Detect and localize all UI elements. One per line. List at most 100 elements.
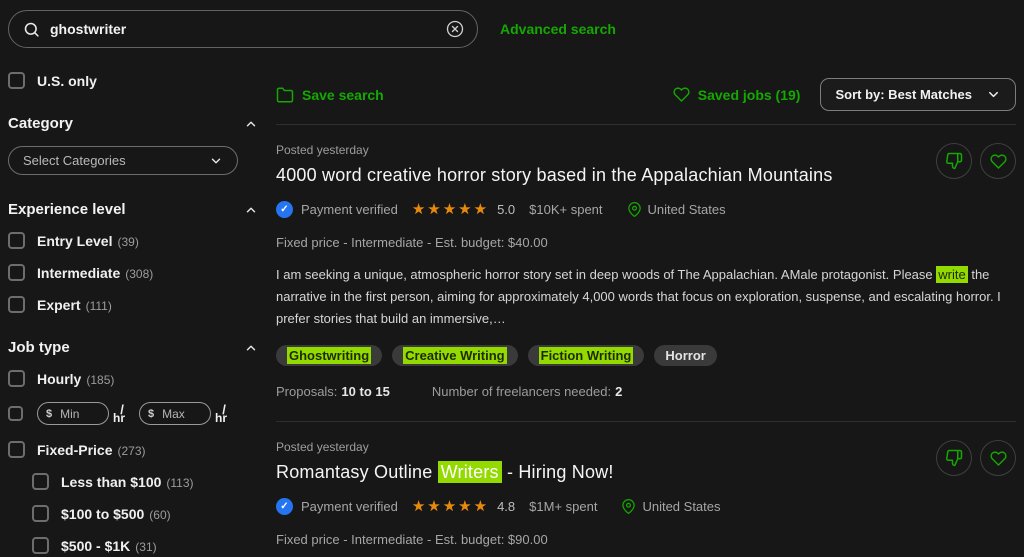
- fixed-price-checkbox[interactable]: [8, 441, 25, 458]
- job-card[interactable]: Posted yesterday 4000 word creative horr…: [276, 125, 1016, 399]
- job-card-actions: [936, 440, 1016, 477]
- job-budget-line: Fixed price - Intermediate - Est. budget…: [276, 235, 548, 250]
- proposals-value: 10 to 15: [341, 384, 390, 400]
- dollar-icon: $: [46, 407, 53, 420]
- dislike-button[interactable]: [936, 143, 972, 179]
- keyword-highlight: Writers: [437, 461, 502, 484]
- category-select[interactable]: Select Categories: [8, 146, 238, 175]
- heart-icon: [989, 450, 1007, 467]
- job-card[interactable]: Posted yesterday Romantasy Outline Write…: [276, 422, 1016, 557]
- keyword-highlight: write: [936, 266, 968, 283]
- 500-to-1k-checkbox[interactable]: [32, 537, 49, 554]
- expert-checkbox[interactable]: [8, 296, 25, 313]
- min-rate-input[interactable]: [60, 406, 101, 421]
- posted-time: Posted yesterday: [276, 440, 369, 455]
- clear-search-icon[interactable]: [445, 19, 465, 39]
- 100-to-500-checkbox[interactable]: [32, 505, 49, 522]
- filter-fixed-price[interactable]: Fixed-Price (273): [8, 441, 260, 458]
- filters-sidebar: U.S. only Category Select Categories Exp…: [8, 72, 260, 557]
- chevron-up-icon[interactable]: [244, 203, 258, 217]
- job-stats: Proposals: 10 to 15 Number of freelancers…: [276, 384, 1016, 399]
- rating-value: 4.8: [497, 499, 516, 515]
- experience-title: Experience level: [8, 201, 126, 218]
- intermediate-label: Intermediate (308): [37, 264, 154, 281]
- tag-horror[interactable]: Horror: [654, 345, 717, 367]
- chevron-up-icon[interactable]: [244, 341, 258, 355]
- job-type-section-header[interactable]: Job type: [8, 339, 258, 356]
- client-country: United States: [647, 202, 726, 217]
- posted-time: Posted yesterday: [276, 143, 369, 157]
- save-search-link[interactable]: Save search: [276, 86, 384, 104]
- payment-verified-label: Payment verified: [301, 499, 398, 515]
- filter-500-to-1k[interactable]: $500 - $1K (31): [32, 537, 260, 554]
- chevron-down-icon: [986, 87, 1001, 102]
- page: Advanced search U.S. only Category Selec…: [0, 0, 1024, 557]
- entry-level-checkbox[interactable]: [8, 232, 25, 249]
- client-spent: $10K+ spent: [529, 202, 603, 217]
- 100-to-500-label: $100 to $500 (60): [61, 505, 171, 522]
- thumbs-down-icon: [945, 449, 963, 467]
- hourly-rate-range: $ / hr $ / hr: [8, 402, 260, 425]
- us-only-filter[interactable]: U.S. only: [8, 72, 260, 89]
- chevron-up-icon[interactable]: [244, 117, 258, 131]
- job-meta: ✓ Payment verified ★★★★★ ★★★★★ 4.8 $1M+ …: [276, 498, 1016, 516]
- category-title: Category: [8, 115, 74, 132]
- sort-dropdown[interactable]: Sort by: Best Matches: [820, 78, 1016, 111]
- tag-creative-writing[interactable]: Creative Writing: [392, 345, 518, 367]
- job-meta: ✓ Payment verified ★★★★★ ★★★★★ 5.0 $10K+…: [276, 201, 1016, 218]
- tag-ghostwriting[interactable]: Ghostwriting: [276, 345, 383, 367]
- 500-to-1k-label: $500 - $1K (31): [61, 537, 157, 554]
- max-rate-input[interactable]: [162, 406, 203, 421]
- dislike-button[interactable]: [936, 440, 972, 477]
- job-title[interactable]: 4000 word creative horror story based in…: [276, 165, 920, 186]
- search-input[interactable]: [50, 21, 445, 37]
- less-than-100-label: Less than $100 (113): [61, 473, 194, 490]
- folder-icon: [276, 86, 294, 104]
- job-card-actions: [936, 143, 1016, 179]
- filter-expert[interactable]: Expert (111): [8, 296, 260, 313]
- payment-verified-label: Payment verified: [301, 202, 398, 217]
- heart-icon: [673, 86, 690, 103]
- thumbs-down-icon: [945, 152, 963, 170]
- location-pin-icon: [627, 202, 642, 217]
- save-search-label: Save search: [302, 86, 384, 103]
- hourly-range-checkbox[interactable]: [8, 406, 23, 421]
- results-panel: Save search Saved jobs (19) Sort by: Bes…: [260, 72, 1016, 557]
- search-icon: [23, 21, 40, 38]
- job-title[interactable]: Romantasy Outline Writers - Hiring Now!: [276, 461, 920, 484]
- category-section-header[interactable]: Category: [8, 115, 258, 132]
- entry-level-label: Entry Level (39): [37, 232, 139, 249]
- filter-less-than-100[interactable]: Less than $100 (113): [32, 473, 260, 490]
- dollar-icon: $: [148, 407, 155, 420]
- heart-icon: [989, 153, 1007, 170]
- freelancers-value: 2: [615, 384, 623, 400]
- expert-label: Expert (111): [37, 296, 112, 313]
- fixed-price-label: Fixed-Price (273): [37, 441, 146, 458]
- star-rating: ★★★★★ ★★★★★: [411, 498, 490, 516]
- advanced-search-link[interactable]: Advanced search: [500, 21, 616, 37]
- client-country: United States: [642, 499, 721, 515]
- proposals-label: Proposals:: [276, 384, 338, 400]
- job-budget-line: Fixed price - Intermediate - Est. budget…: [276, 532, 548, 548]
- job-description[interactable]: I am seeking a unique, atmospheric horro…: [276, 264, 1016, 330]
- filter-entry-level[interactable]: Entry Level (39): [8, 232, 260, 249]
- intermediate-checkbox[interactable]: [8, 264, 25, 281]
- chevron-down-icon: [209, 154, 223, 168]
- per-hour-label: / hr: [215, 401, 227, 425]
- search-bar[interactable]: [8, 10, 478, 48]
- filter-100-to-500[interactable]: $100 to $500 (60): [32, 505, 260, 522]
- min-rate-field[interactable]: $: [37, 402, 109, 425]
- save-job-button[interactable]: [980, 143, 1016, 179]
- filter-intermediate[interactable]: Intermediate (308): [8, 264, 260, 281]
- experience-section-header[interactable]: Experience level: [8, 201, 258, 218]
- filter-hourly[interactable]: Hourly (185): [8, 370, 260, 387]
- max-rate-field[interactable]: $: [139, 402, 211, 425]
- us-only-checkbox[interactable]: [8, 72, 25, 89]
- client-spent: $1M+ spent: [529, 499, 598, 515]
- tag-fiction-writing[interactable]: Fiction Writing: [527, 345, 645, 367]
- job-type-title: Job type: [8, 339, 70, 356]
- saved-jobs-link[interactable]: Saved jobs (19): [673, 86, 800, 103]
- less-than-100-checkbox[interactable]: [32, 473, 49, 490]
- save-job-button[interactable]: [980, 440, 1016, 477]
- hourly-checkbox[interactable]: [8, 370, 25, 387]
